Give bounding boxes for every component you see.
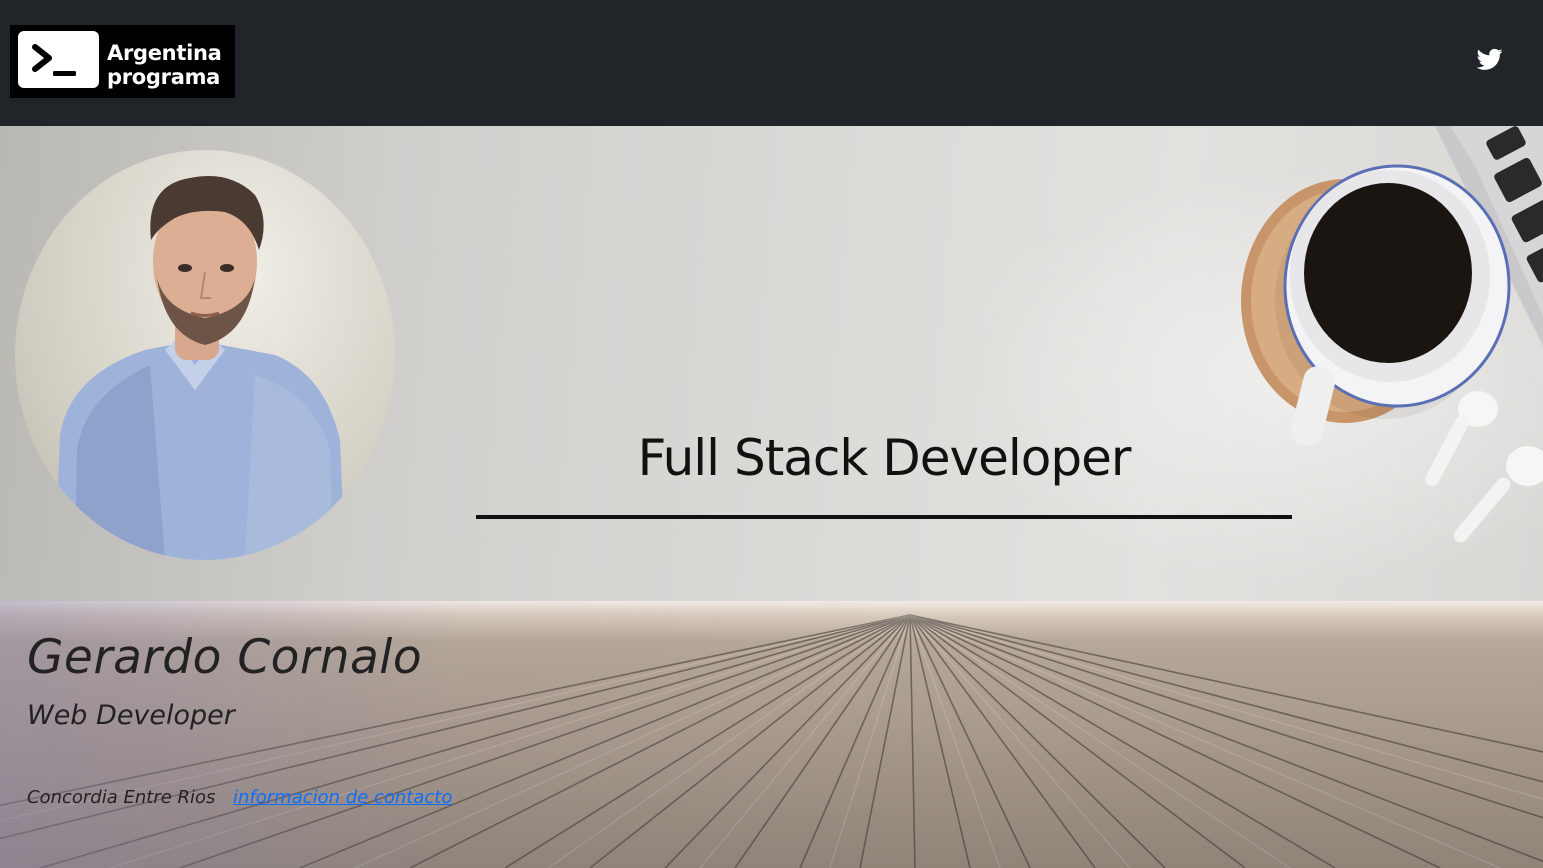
profile-name: Gerardo Cornalo: [27, 630, 423, 685]
profile-role: Web Developer: [27, 700, 235, 731]
earbuds-image: [1424, 391, 1543, 543]
logo-line-1: Argentina: [107, 41, 222, 65]
logo-line-2: programa: [107, 65, 221, 89]
argentina-programa-logo[interactable]: Argentina programa: [10, 25, 235, 98]
twitter-icon[interactable]: [1476, 46, 1504, 72]
profile-location: Concordia Entre Rios: [27, 787, 216, 808]
person-portrait-image: [55, 176, 345, 560]
headline-underline: [476, 515, 1292, 519]
profile-avatar: [15, 150, 395, 560]
contact-info-link[interactable]: informacion de contacto: [233, 787, 452, 808]
navbar: Argentina programa: [0, 0, 1543, 126]
logo-text: Argentina programa: [107, 41, 232, 89]
terminal-icon: [18, 31, 99, 88]
banner-headline: Full Stack Developer: [637, 429, 1132, 487]
